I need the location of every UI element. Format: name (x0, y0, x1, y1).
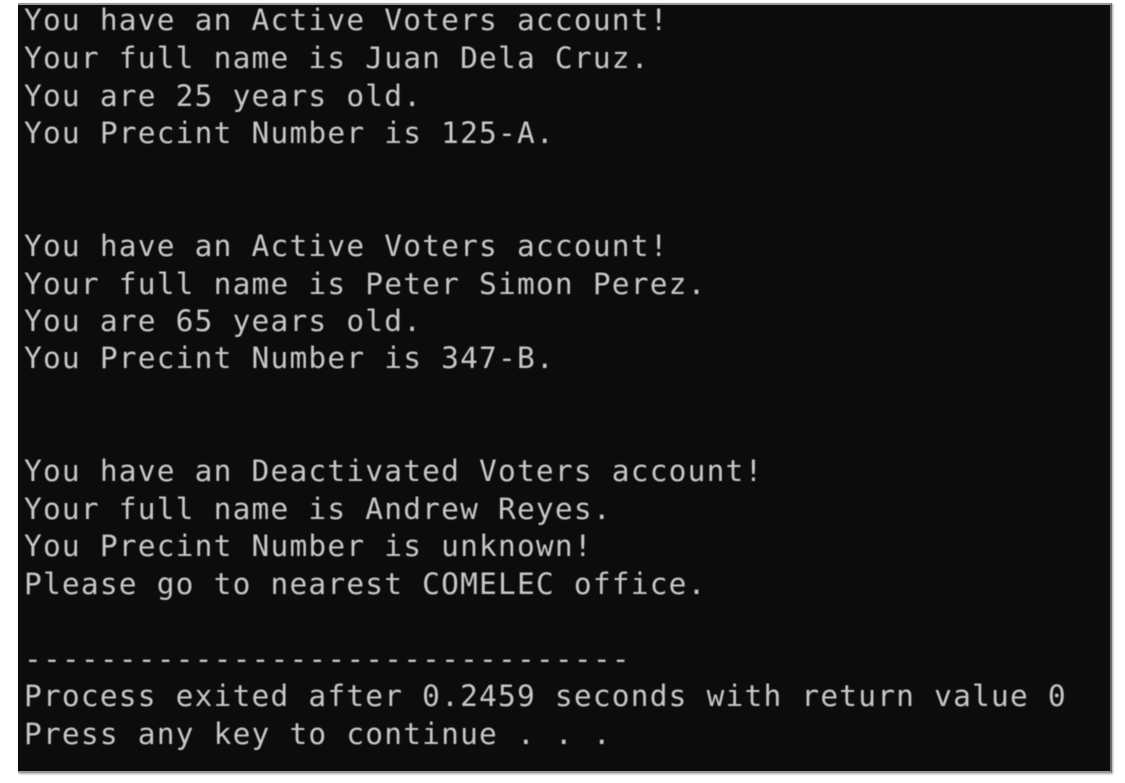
console-line: You are 65 years old. (24, 304, 423, 338)
console-line: You Precint Number is 125-A. (24, 116, 555, 150)
console-line: You Precint Number is 347-B. (24, 341, 555, 375)
console-line: You have an Active Voters account! (24, 3, 669, 37)
console-line: Your full name is Juan Dela Cruz. (24, 41, 650, 75)
process-exit-status: Process exited after 0.2459 seconds with… (24, 679, 1067, 713)
console-line: You are 25 years old. (24, 79, 423, 113)
console-line: Please go to nearest COMELEC office. (24, 567, 707, 601)
console-line: Your full name is Andrew Reyes. (24, 492, 612, 526)
console-line: You have an Deactivated Voters account! (24, 454, 764, 488)
press-any-key-prompt: Press any key to continue . . . (24, 717, 612, 751)
console-line: You have an Active Voters account! (24, 229, 669, 263)
console-window[interactable]: You have an Active Voters account! Your … (18, 3, 1112, 773)
console-line: You Precint Number is unknown! (24, 529, 593, 563)
console-line: Your full name is Peter Simon Perez. (24, 267, 707, 301)
separator-line: -------------------------------- (24, 642, 631, 676)
